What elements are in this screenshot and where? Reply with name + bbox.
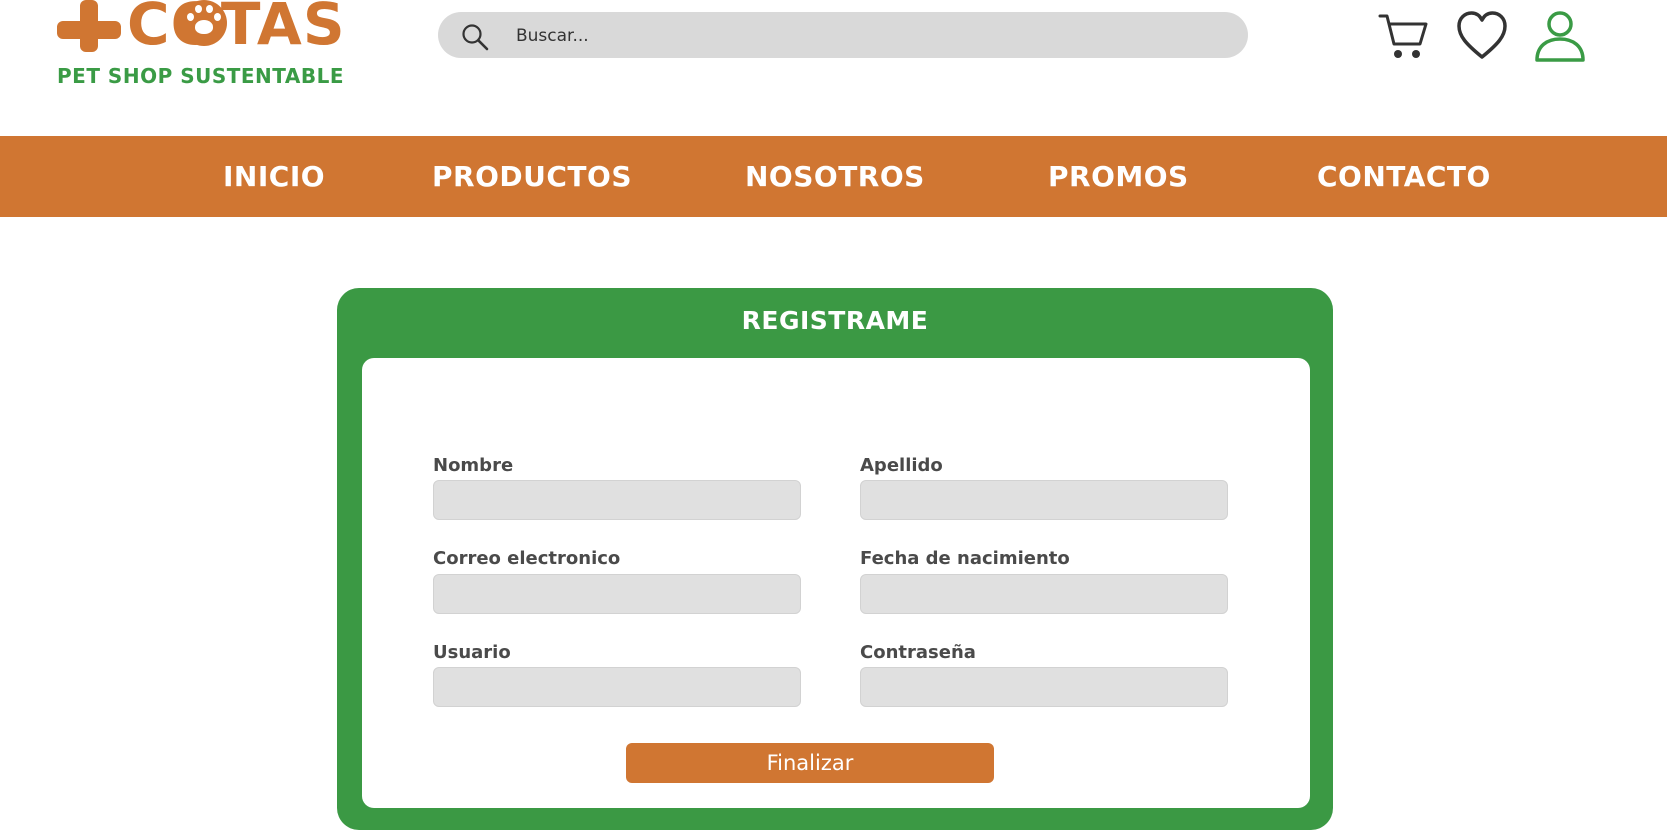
email-field[interactable] bbox=[433, 574, 801, 614]
nav-item-contacto[interactable]: CONTACTO bbox=[1317, 136, 1491, 217]
search-bar[interactable] bbox=[438, 12, 1248, 60]
nav-item-productos[interactable]: PRODUCTOS bbox=[432, 136, 632, 217]
search-icon[interactable] bbox=[460, 22, 490, 52]
heart-icon[interactable] bbox=[1456, 10, 1508, 62]
nav-item-promos[interactable]: PROMOS bbox=[1048, 136, 1189, 217]
username-field[interactable] bbox=[433, 667, 801, 707]
password-field[interactable] bbox=[860, 667, 1228, 707]
paw-icon bbox=[181, 0, 227, 46]
nombre-label: Nombre bbox=[433, 455, 514, 476]
register-title: REGISTRAME bbox=[741, 306, 929, 335]
password-label: Contraseña bbox=[860, 642, 976, 663]
birthdate-label: Fecha de nacimiento bbox=[860, 548, 1070, 569]
user-icon[interactable] bbox=[1534, 10, 1586, 62]
cart-icon[interactable] bbox=[1378, 10, 1430, 62]
main-nav: INICIO PRODUCTOS NOSOTROS PROMOS CONTACT… bbox=[0, 136, 1667, 217]
nombre-field[interactable] bbox=[433, 480, 801, 520]
finish-button[interactable]: Finalizar bbox=[626, 743, 994, 783]
brand-tagline: PET SHOP SUSTENTABLE bbox=[57, 64, 345, 88]
search-input[interactable] bbox=[514, 12, 1218, 60]
brand-name: COTAS bbox=[127, 0, 346, 58]
username-label: Usuario bbox=[433, 642, 511, 663]
site-header: COTAS PET SHOP SUSTENTABLE bbox=[0, 0, 1667, 136]
email-label: Correo electronico bbox=[433, 548, 621, 569]
nav-item-inicio[interactable]: INICIO bbox=[223, 136, 325, 217]
plus-icon bbox=[57, 0, 123, 60]
apellido-field[interactable] bbox=[860, 480, 1228, 520]
apellido-label: Apellido bbox=[860, 455, 943, 476]
brand-logo[interactable]: COTAS PET SHOP SUSTENTABLE bbox=[57, 0, 345, 94]
birthdate-field[interactable] bbox=[860, 574, 1228, 614]
nav-item-nosotros[interactable]: NOSOTROS bbox=[745, 136, 925, 217]
